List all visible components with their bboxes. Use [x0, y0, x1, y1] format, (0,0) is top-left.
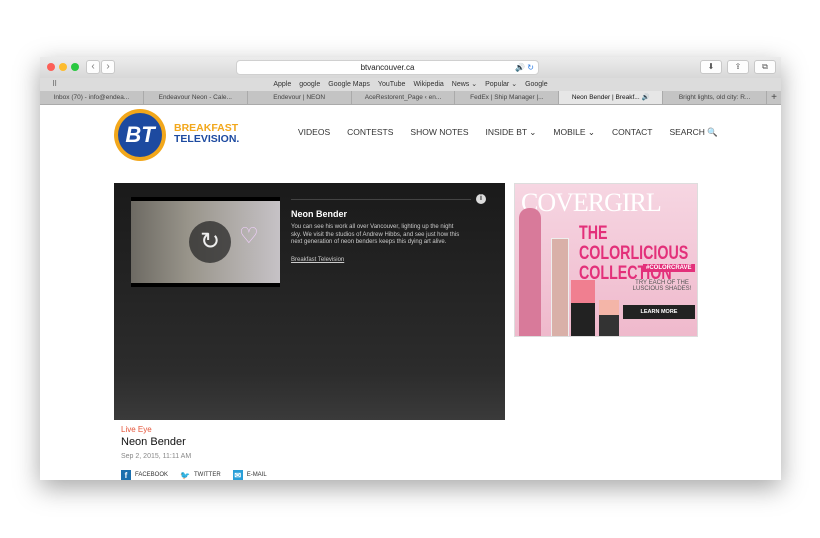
back-button[interactable]: ‹: [86, 60, 100, 74]
new-tab-button[interactable]: +: [767, 91, 781, 104]
address-bar[interactable]: btvancouver.ca 🔊 ↻: [236, 60, 539, 75]
tabs-overview-icon[interactable]: ⧉: [754, 60, 776, 74]
browser-window: ‹ › btvancouver.ca 🔊 ↻ ⬇ ⇪ ⧉ ⠿ Apple googl…: [40, 57, 781, 480]
url-text: btvancouver.ca: [360, 63, 415, 72]
bookmark[interactable]: Popular ⌄: [485, 81, 517, 88]
nav-videos[interactable]: VIDEOS: [298, 127, 330, 138]
tab[interactable]: AceRestorent_Page ‹ en...: [352, 91, 456, 104]
minimize-button[interactable]: [59, 63, 67, 71]
bt-logo[interactable]: BT: [114, 109, 166, 161]
video-player[interactable]: ↻ ♡ i Neon Bender You can see his work al…: [114, 183, 505, 420]
ad-brand: COVERGIRL: [521, 188, 662, 217]
ad-tagline: TRY EACH OF THE LUSCIOUS SHADES!: [632, 280, 692, 292]
product-image: [551, 238, 569, 336]
nav-show-notes[interactable]: SHOW NOTES: [410, 127, 468, 138]
info-icon[interactable]: i: [476, 194, 486, 204]
downloads-icon[interactable]: ⬇: [700, 60, 722, 74]
share-icon[interactable]: ⇪: [727, 60, 749, 74]
share-email[interactable]: ✉ E-MAIL: [232, 470, 267, 480]
nav-search[interactable]: SEARCH 🔍: [669, 127, 717, 138]
ad-headline: THE COLORLICIOUS COLLECTION: [579, 223, 689, 284]
advertisement[interactable]: COVERGIRL THE COLORLICIOUS COLLECTION #C…: [514, 183, 698, 337]
tab-active[interactable]: Neon Bender | Breakf... 🔊: [559, 91, 664, 104]
title-bar: ‹ › btvancouver.ca 🔊 ↻ ⬇ ⇪ ⧉: [40, 57, 781, 78]
nav-contests[interactable]: CONTESTS: [347, 127, 393, 138]
product-image: [571, 280, 595, 336]
share-bar: f FACEBOOK 🐦 TWITTER ✉ E-MAIL: [121, 470, 279, 480]
article-category[interactable]: Live Eye: [121, 425, 152, 434]
bookmark[interactable]: Apple: [273, 81, 291, 88]
tab[interactable]: Endeavour Neon - Cale...: [144, 91, 248, 104]
article-date: Sep 2, 2015, 11:11 AM: [121, 453, 192, 460]
bookmark[interactable]: Google: [525, 81, 548, 88]
article-title: Neon Bender: [121, 436, 186, 448]
grid-icon[interactable]: ⠿: [52, 78, 57, 91]
nav-inside-bt[interactable]: INSIDE BT ⌄: [486, 127, 537, 138]
bookmark[interactable]: google: [299, 81, 320, 88]
close-button[interactable]: [47, 63, 55, 71]
tab[interactable]: Bright lights, old city: R...: [663, 91, 768, 104]
video-description: You can see his work all over Vancouver,…: [291, 224, 460, 245]
bookmarks-bar: ⠿ Apple google Google Maps YouTube Wikipedia…: [40, 78, 781, 91]
main-nav: VIDEOS CONTESTS SHOW NOTES INSIDE BT ⌄ M…: [298, 127, 735, 138]
product-image: [519, 208, 541, 336]
tab[interactable]: Inbox (70) - info@endea...: [40, 91, 144, 104]
forward-button[interactable]: ›: [101, 60, 115, 74]
replay-icon[interactable]: ↻: [189, 221, 231, 263]
bookmark[interactable]: News ⌄: [452, 81, 477, 88]
bookmark[interactable]: Google Maps: [328, 81, 370, 88]
neon-heart-icon: ♡: [239, 223, 259, 248]
twitter-icon: 🐦: [180, 471, 190, 480]
email-icon: ✉: [232, 470, 243, 480]
nav-contact[interactable]: CONTACT: [612, 127, 652, 138]
divider: [291, 199, 471, 200]
share-twitter[interactable]: 🐦 TWITTER: [180, 470, 221, 480]
tab[interactable]: FedEx | Ship Manager |...: [455, 91, 560, 104]
reload-icon[interactable]: 🔊 ↻: [515, 61, 534, 74]
video-thumbnail[interactable]: ↻ ♡: [131, 197, 280, 287]
nav-mobile[interactable]: MOBILE ⌄: [553, 127, 595, 138]
zoom-button[interactable]: [71, 63, 79, 71]
page-content: BT BREAKFAST TELEVISION. VIDEOS CONTESTS …: [40, 105, 781, 480]
ad-hashtag: #COLORCRAVE: [643, 264, 695, 272]
bookmark[interactable]: Wikipedia: [413, 81, 443, 88]
share-facebook[interactable]: f FACEBOOK: [121, 470, 168, 480]
learn-more-button[interactable]: LEARN MORE: [623, 305, 695, 319]
facebook-icon: f: [121, 470, 131, 480]
video-title: Neon Bender: [291, 209, 348, 219]
product-image: [599, 300, 619, 336]
bookmark[interactable]: YouTube: [378, 81, 406, 88]
tab[interactable]: Endevour | NEON: [248, 91, 352, 104]
brand-name[interactable]: BREAKFAST TELEVISION.: [174, 123, 239, 145]
tab-bar: Inbox (70) - info@endea... Endeavour Neo…: [40, 91, 781, 105]
source-link[interactable]: Breakfast Television: [291, 257, 344, 263]
